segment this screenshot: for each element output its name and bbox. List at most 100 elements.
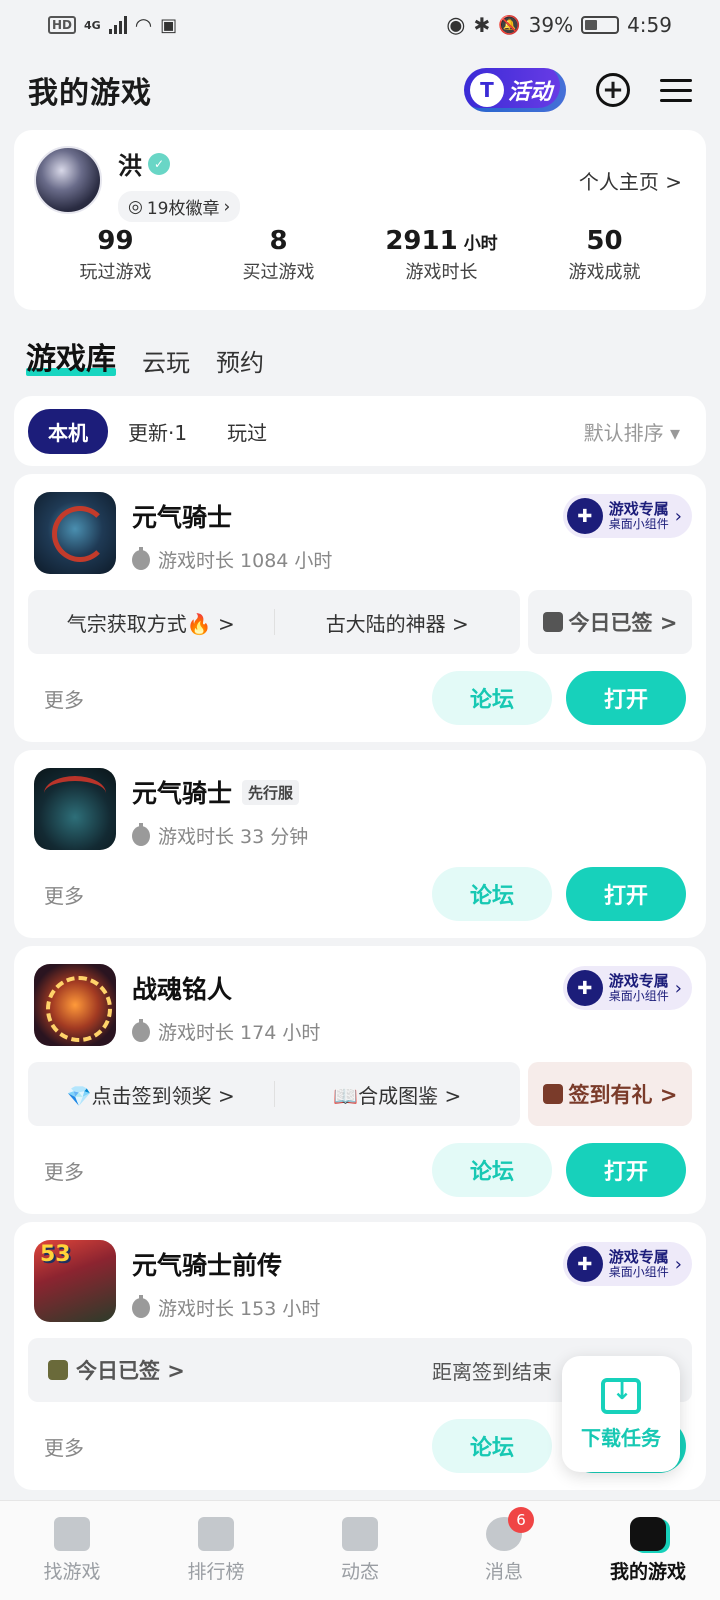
forum-button[interactable]: 论坛: [432, 1419, 552, 1473]
game-icon[interactable]: [34, 492, 116, 574]
download-icon: [601, 1377, 641, 1414]
game-title-row: 战魂铭人: [132, 970, 320, 1006]
quick-links: 气宗获取方式🔥 > 古大陆的神器 >: [28, 590, 520, 654]
username: 洪: [118, 152, 142, 180]
playtime: 游戏时长 33 分钟: [132, 822, 308, 849]
stat-label: 游戏时长: [405, 262, 478, 283]
chevron-right-icon: ›: [223, 196, 231, 217]
medal-icon: ◎: [128, 196, 143, 217]
tab-cloud-play[interactable]: 云玩: [142, 343, 190, 378]
game-title[interactable]: 战魂铭人: [132, 970, 232, 1006]
open-button[interactable]: 打开: [566, 671, 686, 725]
signin-label: 今日已签 >: [76, 1359, 185, 1383]
widget-badge[interactable]: ✚ 游戏专属 桌面小组件 ›: [562, 1242, 692, 1286]
game-title[interactable]: 元气骑士前传: [132, 1246, 282, 1282]
game-title-row: 元气骑士 先行服: [132, 774, 308, 810]
username-row: 洪 ✓: [118, 146, 240, 181]
nav-label: 排行榜: [187, 1561, 245, 1583]
game-icon[interactable]: [34, 1240, 116, 1322]
game-meta: 战魂铭人 游戏时长 174 小时: [132, 964, 320, 1045]
stopwatch-icon: [132, 1018, 150, 1042]
menu-button[interactable]: [660, 78, 692, 102]
more-button[interactable]: 更多: [44, 1432, 84, 1461]
widget-badge[interactable]: ✚ 游戏专属 桌面小组件 ›: [562, 966, 692, 1010]
stopwatch-icon: [132, 822, 150, 846]
playtime-text: 游戏时长 153 小时: [158, 1298, 321, 1320]
nav-label: 消息: [484, 1561, 523, 1583]
quick-link[interactable]: 💎点击签到领奖 >: [28, 1080, 274, 1109]
quick-link[interactable]: 气宗获取方式🔥 >: [28, 608, 274, 637]
game-title-row: 元气骑士: [132, 498, 332, 534]
game-title[interactable]: 元气骑士: [132, 774, 232, 810]
gamepad-icon: ✚: [566, 498, 603, 534]
activity-button[interactable]: T 活动: [463, 68, 566, 112]
game-title[interactable]: 元气骑士: [132, 498, 232, 534]
forum-button[interactable]: 论坛: [432, 867, 552, 921]
badges-pill[interactable]: ◎ 19枚徽章 ›: [118, 191, 241, 222]
stat-achievements[interactable]: 50 游戏成就: [523, 226, 686, 284]
game-icon[interactable]: [34, 768, 116, 850]
filter-local[interactable]: 本机: [28, 408, 108, 454]
signal-icon: [108, 16, 127, 34]
forum-button[interactable]: 论坛: [432, 1143, 552, 1197]
download-label: 下载任务: [581, 1425, 661, 1450]
nav-find-games[interactable]: 找游戏: [0, 1501, 144, 1600]
quick-link[interactable]: 古大陆的神器 >: [275, 608, 521, 637]
signin-gift-button[interactable]: 签到有礼 >: [528, 1062, 692, 1126]
signin-label: 签到有礼 >: [568, 1083, 678, 1107]
tv-icon: ▣: [160, 14, 178, 36]
more-button[interactable]: 更多: [44, 880, 84, 909]
wifi-icon: ◠: [134, 13, 153, 37]
open-button[interactable]: 打开: [566, 1143, 686, 1197]
profile-info: 洪 ✓ ◎ 19枚徽章 ›: [118, 146, 241, 222]
stat-bought[interactable]: 8 买过游戏: [197, 226, 360, 284]
sort-dropdown[interactable]: 默认排序 ▾: [584, 417, 692, 446]
widget-main: 游戏专属: [608, 1247, 669, 1266]
tab-library[interactable]: 游戏库: [26, 334, 116, 378]
nav-rankings[interactable]: 排行榜: [144, 1501, 288, 1600]
avatar[interactable]: [34, 146, 102, 214]
game-meta: 元气骑士 先行服 游戏时长 33 分钟: [132, 768, 308, 849]
calendar-check-icon: [542, 612, 563, 632]
add-game-button[interactable]: +: [596, 73, 630, 107]
more-button[interactable]: 更多: [44, 1156, 84, 1185]
quick-link[interactable]: 📖合成图鉴 >: [275, 1080, 521, 1109]
nav-feed[interactable]: 动态: [288, 1501, 432, 1600]
widget-main: 游戏专属: [608, 499, 669, 518]
calendar-check-icon: [48, 1360, 68, 1380]
stat-played[interactable]: 99 玩过游戏: [34, 226, 197, 284]
verified-icon: ✓: [148, 152, 170, 175]
battery-percent: 39%: [528, 13, 574, 37]
signin-button[interactable]: 今日已签 >: [528, 590, 692, 654]
stat-unit: 小时: [463, 234, 498, 254]
hd-icon: HD: [48, 16, 77, 34]
playtime: 游戏时长 153 小时: [132, 1294, 320, 1321]
stat-playtime[interactable]: 2911 小时 游戏时长: [360, 226, 523, 284]
game-foot: 更多 论坛 打开: [28, 1126, 692, 1214]
more-button[interactable]: 更多: [44, 684, 84, 713]
widget-text: 游戏专属 桌面小组件: [609, 973, 669, 1002]
game-icon[interactable]: [34, 964, 116, 1046]
filter-played[interactable]: 玩过: [207, 409, 287, 454]
widget-text: 游戏专属 桌面小组件: [608, 1247, 669, 1278]
widget-badge[interactable]: ✚ 游戏专属 桌面小组件 ›: [562, 494, 692, 538]
feed-icon: [342, 1517, 378, 1551]
nav-messages[interactable]: 6 消息: [432, 1501, 576, 1600]
download-task-button[interactable]: 下载任务: [562, 1356, 680, 1472]
tab-reservations[interactable]: 预约: [216, 343, 264, 378]
game-card: 元气骑士 先行服 游戏时长 33 分钟 更多 论坛 打开: [14, 750, 706, 938]
filter-updates[interactable]: 更新·1: [108, 409, 207, 454]
profile-card: 洪 ✓ ◎ 19枚徽章 › 个人主页 > 99 玩过游戏 8 买过游戏 2911…: [14, 130, 706, 310]
ranking-icon: [198, 1517, 234, 1551]
game-card: 元气骑士 游戏时长 1084 小时 ✚ 游戏专属 桌面小组件 › 气宗获取方式🔥…: [14, 474, 706, 742]
game-title-row: 元气骑士前传: [132, 1246, 320, 1282]
forum-button[interactable]: 论坛: [432, 671, 552, 725]
nav-my-games[interactable]: 我的游戏: [576, 1501, 720, 1600]
open-button[interactable]: 打开: [566, 867, 686, 921]
quick-row: 💎点击签到领奖 > 📖合成图鉴 > 签到有礼 >: [28, 1062, 692, 1126]
game-card: 战魂铭人 游戏时长 174 小时 ✚ 游戏专属 桌面小组件 › 💎点击签到领奖 …: [14, 946, 706, 1214]
homepage-link[interactable]: 个人主页 >: [579, 166, 682, 195]
page-title: 我的游戏: [28, 76, 152, 111]
nav-label: 找游戏: [43, 1561, 101, 1583]
playtime: 游戏时长 1084 小时: [132, 546, 332, 573]
